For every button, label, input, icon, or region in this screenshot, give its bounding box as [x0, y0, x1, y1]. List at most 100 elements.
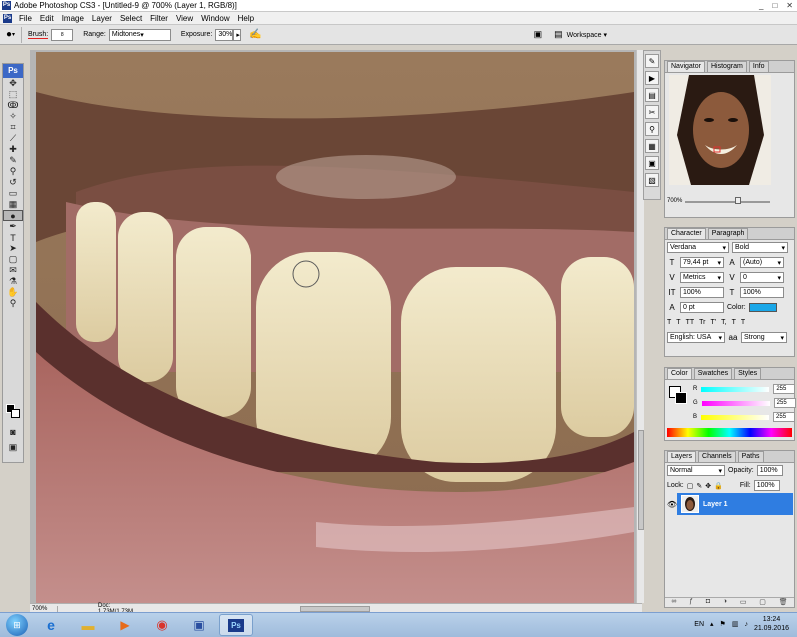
tab-info[interactable]: Info [748, 61, 769, 72]
menu-edit[interactable]: Edit [36, 14, 58, 23]
strikethrough-button[interactable]: T [741, 319, 745, 326]
lock-position-icon[interactable]: ✥ [705, 482, 711, 490]
text-color-swatch[interactable] [748, 303, 777, 312]
flag-icon[interactable]: ⚑ [720, 620, 726, 628]
brush-picker[interactable]: 8 [51, 28, 74, 41]
ps-menu-icon[interactable]: Ps [3, 13, 12, 23]
baseline-shift-input[interactable]: 0 pt [680, 302, 724, 313]
menu-view[interactable]: View [172, 14, 197, 23]
tab-channels[interactable]: Channels [698, 451, 736, 462]
clone-source-icon[interactable]: ⚲ [645, 122, 659, 136]
clock[interactable]: 13:24 21.09.2016 [754, 615, 789, 633]
navigator-zoom-slider[interactable] [685, 201, 770, 203]
menu-file[interactable]: File [15, 14, 36, 23]
green-input[interactable]: 255 [773, 398, 796, 408]
new-layer-icon[interactable]: ▢ [759, 598, 766, 607]
history-brush-icon[interactable]: ↺ [3, 177, 23, 188]
pen-icon[interactable]: ✒ [3, 221, 23, 232]
info-icon[interactable]: ▧ [645, 173, 659, 187]
type-icon[interactable]: T [3, 232, 23, 243]
blend-mode-select[interactable]: Normal ▾ [667, 465, 725, 476]
folder-icon[interactable]: ▭ [740, 598, 747, 607]
volume-icon[interactable]: ♪ [744, 621, 748, 628]
tab-swatches[interactable]: Swatches [693, 368, 733, 379]
font-style-select[interactable]: Bold ▾ [732, 242, 788, 253]
vertical-scroll-thumb[interactable] [638, 430, 644, 530]
taskbar-media[interactable]: ▶ [108, 614, 142, 636]
tab-color[interactable]: Color [667, 368, 692, 379]
move-icon[interactable]: ✥ [3, 78, 23, 89]
image-canvas[interactable] [36, 52, 634, 604]
tab-navigator[interactable]: Navigator [667, 61, 705, 72]
taskbar-photoshop[interactable]: Ps [219, 614, 253, 636]
subscript-button[interactable]: T, [721, 319, 726, 326]
language-select[interactable]: English: USA ▾ [667, 332, 725, 343]
color-spectrum-bar[interactable] [667, 428, 792, 437]
lock-transparency-icon[interactable]: ▢ [687, 482, 694, 490]
trash-icon[interactable]: 🗑 [779, 598, 788, 607]
faux-bold-button[interactable]: T [667, 319, 671, 326]
brush-icon[interactable]: ✎ [3, 155, 23, 166]
navigator-zoom[interactable]: 700% [667, 198, 682, 204]
underline-button[interactable]: T [732, 319, 736, 326]
quick-mask-icon[interactable]: ◙ [3, 426, 23, 437]
menu-window[interactable]: Window [197, 14, 233, 23]
faux-italic-button[interactable]: T [676, 319, 680, 326]
red-input[interactable]: 255 [773, 384, 796, 394]
tracking-select[interactable]: 0 ▾ [740, 272, 784, 283]
exposure-slider-toggle[interactable]: ▸ [233, 28, 242, 41]
horizontal-scale-input[interactable]: 100% [740, 287, 784, 298]
taskbar-chrome[interactable]: ◉ [145, 614, 179, 636]
zoom-icon[interactable]: ⚲ [3, 298, 23, 309]
layer-row-layer-1[interactable]: 👁 Layer 1 [667, 493, 793, 515]
lock-all-icon[interactable]: 🔒 [714, 482, 723, 490]
all-caps-button[interactable]: TT [686, 319, 695, 326]
exposure-input[interactable]: 30% [215, 28, 234, 41]
workspace-menu[interactable]: Workspace ▾ [567, 31, 607, 39]
magic-wand-icon[interactable]: ✧ [3, 111, 23, 122]
eye-icon[interactable]: 👁 [667, 493, 677, 515]
link-icon[interactable]: ∞ [671, 598, 676, 607]
lock-pixels-icon[interactable]: ✎ [696, 482, 702, 490]
navigator-thumbnail[interactable] [669, 75, 771, 185]
gradient-icon[interactable]: ▦ [3, 199, 23, 210]
adjustment-icon[interactable]: ◑ [723, 598, 727, 607]
taskbar-app[interactable]: ▣ [182, 614, 216, 636]
slice-icon[interactable]: ⟋ [3, 133, 23, 144]
color-bg-swatch[interactable] [675, 392, 687, 404]
navigator-slider-knob[interactable] [735, 197, 741, 204]
vertical-scale-input[interactable]: 100% [680, 287, 724, 298]
close-button[interactable]: ✕ [786, 1, 793, 10]
bridge-icon[interactable]: ▣ [534, 29, 543, 40]
language-indicator[interactable]: EN [694, 621, 704, 628]
small-caps-button[interactable]: Tr [699, 319, 705, 326]
crop-icon[interactable]: ⌗ [3, 122, 23, 133]
tab-paragraph[interactable]: Paragraph [707, 228, 749, 239]
fill-input[interactable]: 100% [753, 480, 780, 491]
network-tray-icon[interactable]: ▥ [732, 620, 739, 628]
superscript-button[interactable]: T' [710, 319, 716, 326]
start-button[interactable]: ⊞ [6, 614, 28, 636]
hand-icon[interactable]: ✋ [3, 287, 23, 298]
tab-character[interactable]: Character [667, 228, 706, 239]
eyedropper-icon[interactable]: ⚗ [3, 276, 23, 287]
mask-icon[interactable]: ◘ [706, 598, 710, 607]
clone-stamp-icon[interactable]: ⚲ [3, 166, 23, 177]
blue-slider[interactable] [701, 414, 770, 420]
opacity-input[interactable]: 100% [756, 465, 783, 476]
tab-styles[interactable]: Styles [734, 368, 762, 379]
maximize-button[interactable]: □ [772, 1, 777, 10]
range-select[interactable]: Midtones ▾ [108, 28, 171, 41]
menu-image[interactable]: Image [58, 14, 88, 23]
taskbar-explorer[interactable]: ▬ [71, 614, 105, 636]
taskbar-ie[interactable]: e [34, 614, 68, 636]
layer-comps-icon[interactable]: ▤ [645, 88, 659, 102]
minimize-button[interactable]: _ [759, 1, 763, 10]
font-family-select[interactable]: Verdana ▾ [667, 242, 729, 253]
airbrush-icon[interactable]: ✍ [249, 29, 261, 40]
actions-icon[interactable]: ▣ [645, 156, 659, 170]
history-icon[interactable]: ▦ [645, 139, 659, 153]
screen-mode-icon[interactable]: ▣ [3, 442, 23, 453]
tools-icon[interactable]: ✂ [645, 105, 659, 119]
lasso-icon[interactable]: ↂ [3, 100, 23, 111]
